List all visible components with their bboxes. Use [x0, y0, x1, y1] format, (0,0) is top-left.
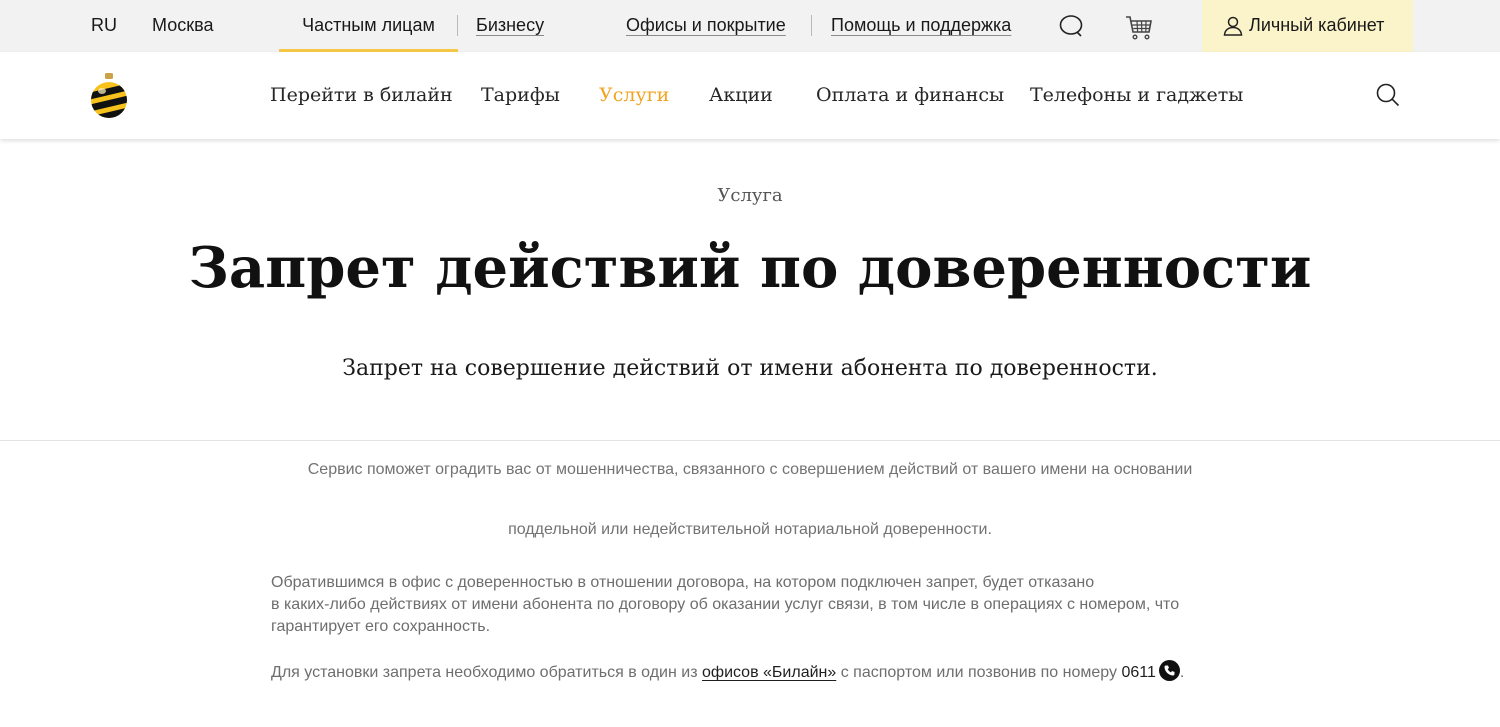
- language-switch[interactable]: RU: [91, 0, 117, 52]
- tab-business[interactable]: Бизнесу: [476, 0, 544, 52]
- nav-promotions[interactable]: Акции: [709, 52, 773, 139]
- refusal-line-1: Обратившимся в офис с доверенностью в от…: [271, 574, 1095, 591]
- search-icon[interactable]: [1375, 82, 1401, 108]
- section-divider: [0, 440, 1500, 441]
- city-selector[interactable]: Москва: [152, 0, 213, 52]
- user-icon: [1223, 16, 1243, 36]
- account-label: Личный кабинет: [1249, 15, 1385, 35]
- description-paragraph-1: Сервис поможет оградить вас от мошенниче…: [307, 461, 1193, 478]
- search-icon[interactable]: [1058, 13, 1084, 39]
- account-button[interactable]: Личный кабинет: [1202, 0, 1413, 52]
- setup-text-start: Для установки запрета необходимо обратит…: [271, 664, 698, 681]
- help-link[interactable]: Помощь и поддержка: [831, 0, 1011, 52]
- refusal-line-3: гарантирует его сохранность.: [271, 618, 491, 635]
- setup-text-end: .: [1179, 664, 1185, 681]
- refusal-paragraph: Обратившимся в офис с доверенностью в от…: [271, 572, 1191, 638]
- page-title: Запрет действий по доверенности: [188, 235, 1312, 301]
- cart-icon[interactable]: [1124, 12, 1154, 42]
- phone-icon[interactable]: [1158, 660, 1180, 681]
- nav-tariffs[interactable]: Тарифы: [481, 52, 560, 139]
- phone-number: 0611: [1121, 664, 1156, 681]
- refusal-line-2: в каких-либо действиях от имени абонента…: [271, 596, 1180, 613]
- nav-phones-gadgets[interactable]: Телефоны и гаджеты: [1030, 52, 1243, 139]
- divider: [811, 15, 812, 36]
- beeline-logo[interactable]: [88, 71, 130, 121]
- service-eyebrow: Услуга: [717, 185, 783, 206]
- nav-services[interactable]: Услуги: [599, 52, 669, 139]
- offices-link[interactable]: Офисы и покрытие: [626, 0, 786, 52]
- nav-payment-finance[interactable]: Оплата и финансы: [816, 52, 1004, 139]
- setup-text-middle: с паспортом или позвонив по номеру: [840, 664, 1117, 681]
- description-paragraph-2: поддельной или недействительной нотариал…: [508, 521, 992, 538]
- setup-paragraph: Для установки запрета необходимо обратит…: [271, 660, 1231, 684]
- offices-beeline-link[interactable]: офисов «Билайн»: [702, 664, 836, 681]
- lead-text: Запрет на совершение действий от имени а…: [342, 356, 1158, 381]
- nav-go-to-beeline[interactable]: Перейти в билайн: [270, 52, 453, 139]
- divider: [457, 15, 458, 36]
- top-utility-bar: RU Москва Частным лицам Бизнесу Офисы и …: [0, 0, 1500, 52]
- tab-private-clients[interactable]: Частным лицам: [279, 0, 458, 52]
- main-navigation: Перейти в билайн Тарифы Услуги Акции Опл…: [0, 52, 1500, 139]
